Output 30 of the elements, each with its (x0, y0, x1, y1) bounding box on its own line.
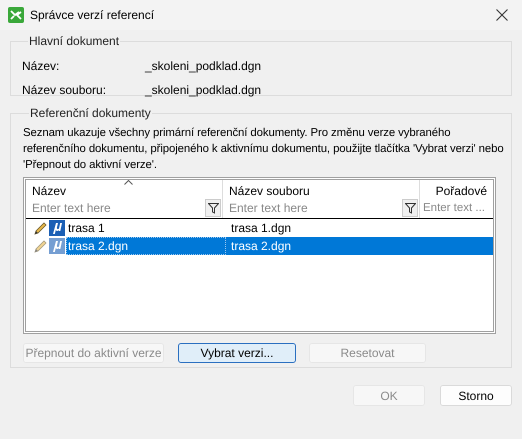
filter-field[interactable]: Enter text here (26, 199, 205, 217)
action-button[interactable]: Vybrat verzi... (178, 343, 296, 363)
column-header[interactable]: Pořadové (436, 184, 487, 198)
filter-button[interactable] (402, 199, 418, 217)
filter-field[interactable]: Enter text ... (420, 199, 493, 217)
table-cell[interactable]: trasa 1.dgn (226, 219, 426, 237)
filter-field[interactable]: Enter text here (223, 199, 402, 217)
model-icon (49, 220, 65, 236)
table-row[interactable]: trasa 1 trasa 1.dgn (66, 219, 493, 237)
table-row[interactable]: trasa 2.dgn trasa 2.dgn (66, 237, 493, 255)
field-value: _skoleni_podklad.dgn (145, 59, 262, 73)
field-value: _skoleni_podklad.dgn (145, 83, 262, 97)
field-label: Název: (22, 59, 60, 73)
filter-button[interactable] (205, 199, 221, 217)
table-cell[interactable]: trasa 1 (66, 219, 226, 237)
field-label: Název souboru: (22, 83, 108, 97)
column-header[interactable]: Název (32, 184, 66, 198)
group-title: Hlavní dokument (28, 34, 120, 48)
app-icon (8, 7, 24, 23)
pencil-icon (34, 239, 48, 253)
model-icon (49, 238, 65, 254)
window-title: Správce verzí referencí (30, 8, 156, 22)
group-title: Referenční dokumenty (29, 106, 152, 120)
close-icon[interactable] (496, 9, 508, 21)
pencil-icon (34, 221, 48, 235)
table-cell[interactable]: trasa 2.dgn (226, 237, 426, 255)
column-header[interactable]: Název souboru (229, 184, 310, 198)
table-cell[interactable]: trasa 2.dgn (66, 237, 226, 255)
cancel-button[interactable]: Storno (440, 385, 512, 406)
description-text: Seznam ukazuje všechny primární referenční dokumenty. Pro změnu verze vybraného referenčního dokumentu, připojeného k aktivnímu dokumentu, použijte tlačítka 'Vybrat verzi' nebo 'Přepnout do aktivní verze'. (23, 126, 505, 173)
